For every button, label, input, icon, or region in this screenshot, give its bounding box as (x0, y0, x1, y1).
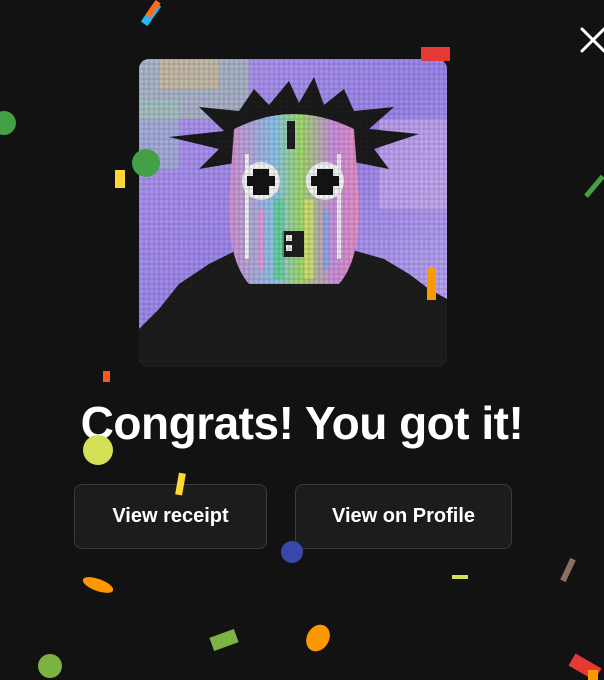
close-icon (580, 27, 604, 53)
success-title: Congrats! You got it! (80, 397, 524, 449)
confetti-piece (584, 174, 604, 198)
confetti-piece (588, 670, 598, 680)
confetti-piece (103, 371, 110, 382)
confetti-piece (209, 628, 239, 652)
purchase-success-modal: Congrats! You got it! View receipt View … (0, 0, 604, 680)
confetti-piece (38, 654, 62, 678)
confetti-piece (140, 1, 162, 27)
close-button[interactable] (578, 24, 604, 54)
confetti-piece (115, 170, 125, 188)
confetti-piece (82, 577, 114, 593)
view-on-profile-button[interactable]: View on Profile (295, 484, 512, 549)
nft-artwork-image (139, 59, 447, 367)
confetti-piece (306, 624, 330, 652)
view-receipt-button[interactable]: View receipt (74, 484, 267, 549)
confetti-piece (145, 0, 161, 19)
confetti-piece (560, 557, 576, 583)
confetti-piece (0, 111, 16, 135)
confetti-piece (452, 575, 468, 579)
confetti-piece (568, 653, 602, 680)
